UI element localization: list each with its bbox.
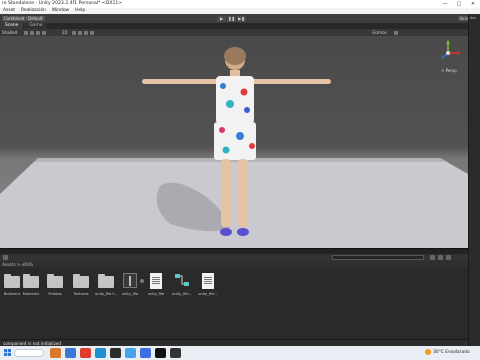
left-shoe (220, 228, 232, 236)
dress-top (216, 76, 254, 124)
project-search-input[interactable] (332, 255, 424, 260)
folder-icon (97, 272, 115, 289)
minimize-button[interactable]: — (438, 0, 452, 8)
pause-button[interactable]: ❚❚ (227, 15, 236, 22)
window-titlebar: ro Standalone - Unity 2023.2.4f1 Persona… (0, 0, 480, 8)
scene-toolbar: Shaded 2D Gizmos (0, 29, 468, 36)
gizmos-dropdown[interactable]: Gizmos (372, 30, 387, 35)
folder-icon (46, 272, 64, 289)
render-mode-toggle[interactable]: 2D (62, 30, 68, 35)
effects-icon[interactable] (84, 30, 88, 35)
terminal-icon[interactable] (110, 348, 121, 358)
left-leg (221, 159, 231, 227)
asset-item[interactable]: unity_file... (196, 272, 220, 300)
combined-button[interactable]: Combined (2, 16, 27, 21)
play-button[interactable]: ▶ (217, 15, 226, 22)
window-controls: — □ ✕ (438, 0, 480, 8)
weather-sun-icon (425, 349, 431, 355)
move-tool-icon[interactable] (30, 30, 34, 35)
scene-canvas (0, 40, 468, 248)
rotate-tool-icon[interactable] (36, 30, 40, 35)
asset-item[interactable]: Prefabs (43, 272, 67, 300)
asset-item[interactable]: unity_file f... (94, 272, 118, 300)
default-button[interactable]: Default (26, 16, 45, 21)
opera-icon[interactable] (80, 348, 91, 358)
asset-label: unity_file... (198, 292, 218, 296)
floor-plane (0, 158, 468, 248)
taskbar-apps (50, 348, 181, 358)
close-button[interactable]: ✕ (466, 0, 480, 8)
search-icon[interactable] (394, 30, 398, 35)
app-photo-icon[interactable] (50, 348, 61, 358)
graph-icon (173, 272, 191, 289)
folder-icon (22, 272, 40, 289)
status-bar: component is not initialized (0, 339, 468, 346)
view-mode-dropdown[interactable]: Shaded (2, 30, 17, 35)
right-shoe (237, 228, 249, 236)
step-button[interactable]: ▶❚ (237, 15, 246, 22)
orientation-gizmo (441, 40, 461, 59)
store-icon[interactable] (140, 348, 151, 358)
project-toolbar (0, 254, 468, 261)
asset-item[interactable]: unity_file (118, 272, 144, 300)
asset-label: unity_file f... (95, 292, 117, 296)
breadcrumb-path[interactable]: Assets > xRUS (2, 262, 33, 267)
document-icon (199, 272, 217, 289)
unity-editor-icon[interactable] (170, 348, 181, 358)
label-icon[interactable] (438, 255, 443, 260)
weather-text[interactable]: 30°C Ensolarado (433, 350, 470, 355)
asset-label: Textures (73, 292, 89, 296)
asset-item[interactable]: unity_file (144, 272, 168, 300)
file-explorer-icon[interactable] (65, 348, 76, 358)
asset-label: unity_file (121, 292, 139, 296)
hair (224, 47, 246, 65)
asset-grid: Bidiment Materials Prefabs Textures unit… (0, 267, 468, 339)
camera-icon[interactable] (90, 30, 94, 35)
audio-icon[interactable] (78, 30, 82, 35)
asset-item[interactable]: Materials (19, 272, 43, 300)
asset-item[interactable]: unity_file... (170, 272, 194, 300)
asset-item[interactable]: Textures (69, 272, 93, 300)
photos-icon[interactable] (125, 348, 136, 358)
os-taskbar: 30°C Ensolarado (0, 346, 480, 360)
asset-label: Prefabs (48, 292, 62, 296)
scale-tool-icon[interactable] (42, 30, 46, 35)
right-arm (251, 79, 331, 84)
lighting-icon[interactable] (72, 30, 76, 35)
inspector-dock: Acc (468, 14, 480, 348)
play-controls: ▶ ❚❚ ▶❚ (217, 15, 246, 22)
inspector-label: Acc (470, 16, 477, 20)
system-tray: 30°C Ensolarado (425, 349, 470, 355)
add-asset-button[interactable] (3, 255, 8, 260)
windows-start-icon[interactable] (4, 349, 11, 356)
maximize-button[interactable]: □ (452, 0, 466, 8)
taskbar-search-input[interactable] (14, 349, 44, 357)
filter-icon[interactable] (430, 255, 435, 260)
document-icon (147, 272, 165, 289)
unity-hub-icon[interactable] (155, 348, 166, 358)
asset-label: Materials (22, 292, 40, 296)
edge-icon[interactable] (95, 348, 106, 358)
right-leg (238, 159, 248, 227)
folder-icon (72, 272, 90, 289)
left-arm (142, 79, 219, 84)
window-title: ro Standalone - Unity 2023.2.4f1 Persona… (2, 1, 123, 6)
hand-tool-icon[interactable] (24, 30, 28, 35)
prefab-icon (121, 272, 144, 289)
asset-label: unity_file (147, 292, 165, 296)
main-toolbar: Combined Default ▶ ❚❚ ▶❚ Account (0, 14, 480, 23)
scene-viewport[interactable]: < Persp (0, 36, 468, 248)
favorite-icon[interactable] (446, 255, 451, 260)
projection-label[interactable]: < Persp (441, 68, 457, 73)
asset-label: unity_file... (172, 292, 192, 296)
